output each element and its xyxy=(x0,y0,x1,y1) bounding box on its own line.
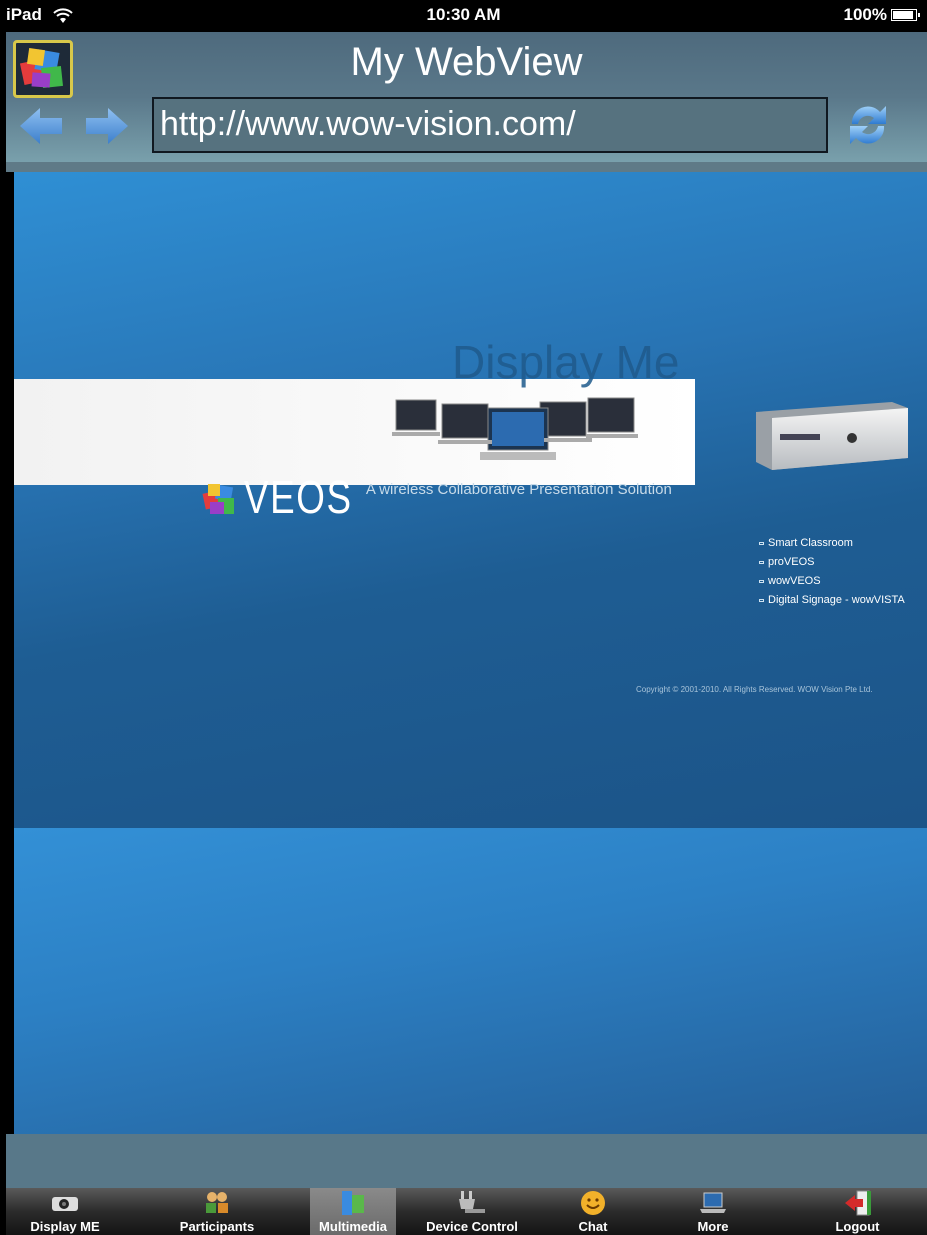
battery-fill xyxy=(893,11,913,19)
webview-header: My WebView http://www.wow-vision.com/ xyxy=(6,32,927,162)
battery-icon xyxy=(891,9,920,21)
link-smart-classroom[interactable]: Smart Classroom xyxy=(759,534,905,553)
header-divider xyxy=(6,162,927,172)
page-title: My WebView xyxy=(350,40,583,84)
tab-logout[interactable]: Logout xyxy=(788,1188,927,1235)
link-label: Digital Signage - wowVISTA xyxy=(768,594,905,606)
tab-bar: Display ME Participants Multimedia Devic… xyxy=(6,1188,927,1235)
bullet-icon xyxy=(759,542,764,545)
bullet-icon xyxy=(759,599,764,602)
link-digital-signage[interactable]: Digital Signage - wowVISTA xyxy=(759,591,905,610)
web-content-background xyxy=(14,828,927,1134)
link-wowveos[interactable]: wowVEOS xyxy=(759,572,905,591)
tab-label: Participants xyxy=(179,1219,255,1234)
bullet-icon xyxy=(759,580,764,583)
tab-display-me[interactable]: Display ME xyxy=(6,1188,124,1235)
wow-vision-device-image xyxy=(756,402,908,470)
projector-icon xyxy=(52,1197,78,1211)
tab-multimedia[interactable]: Multimedia xyxy=(310,1188,396,1235)
content-footer-band xyxy=(6,1134,927,1188)
bullet-icon xyxy=(759,561,764,564)
tab-more[interactable]: More xyxy=(638,1188,788,1235)
smiley-icon xyxy=(581,1191,605,1215)
tab-label: Chat xyxy=(578,1219,608,1234)
veos-brand: VEOS A wireless Collaborative Presentati… xyxy=(200,474,672,520)
link-label: Smart Classroom xyxy=(768,537,853,549)
tab-participants[interactable]: Participants xyxy=(124,1188,310,1235)
veos-wordmark: VEOS xyxy=(244,471,353,523)
display-me-heading: Display Me xyxy=(452,336,680,388)
tab-label: Multimedia xyxy=(319,1219,387,1234)
link-proveos[interactable]: proVEOS xyxy=(759,553,905,572)
tab-label: Display ME xyxy=(30,1219,100,1234)
copyright-text: Copyright © 2001-2010. All Rights Reserv… xyxy=(636,685,873,694)
plug-icon xyxy=(459,1191,485,1213)
multimedia-icon xyxy=(342,1191,364,1215)
battery-percent: 100% xyxy=(843,5,887,24)
veos-tagline: A wireless Collaborative Presentation So… xyxy=(365,481,672,498)
web-content[interactable]: Display Me VEOS A wireless Collaborative… xyxy=(14,172,927,828)
product-links: Smart Classroom proVEOS wowVEOS Digital … xyxy=(759,534,905,610)
laptops-image xyxy=(392,397,638,460)
status-time: 10:30 AM xyxy=(426,5,501,24)
logout-icon xyxy=(844,1190,871,1216)
refresh-icon[interactable] xyxy=(842,94,894,154)
status-right: 100% xyxy=(843,5,920,25)
tab-label: More xyxy=(697,1219,729,1234)
forward-arrow-icon[interactable] xyxy=(84,104,130,148)
people-icon xyxy=(206,1192,228,1213)
laptop-icon xyxy=(700,1192,726,1213)
url-field[interactable]: http://www.wow-vision.com/ xyxy=(152,97,828,153)
tab-chat[interactable]: Chat xyxy=(548,1188,638,1235)
status-bar: iPad 10:30 AM 100% xyxy=(0,0,927,32)
link-label: proVEOS xyxy=(768,556,815,568)
link-label: wowVEOS xyxy=(768,575,821,587)
tab-label: Device Control xyxy=(426,1219,518,1234)
veos-logo-icon xyxy=(202,484,234,514)
tab-device-control[interactable]: Device Control xyxy=(396,1188,548,1235)
tab-label: Logout xyxy=(835,1219,880,1234)
back-arrow-icon[interactable] xyxy=(18,104,64,148)
